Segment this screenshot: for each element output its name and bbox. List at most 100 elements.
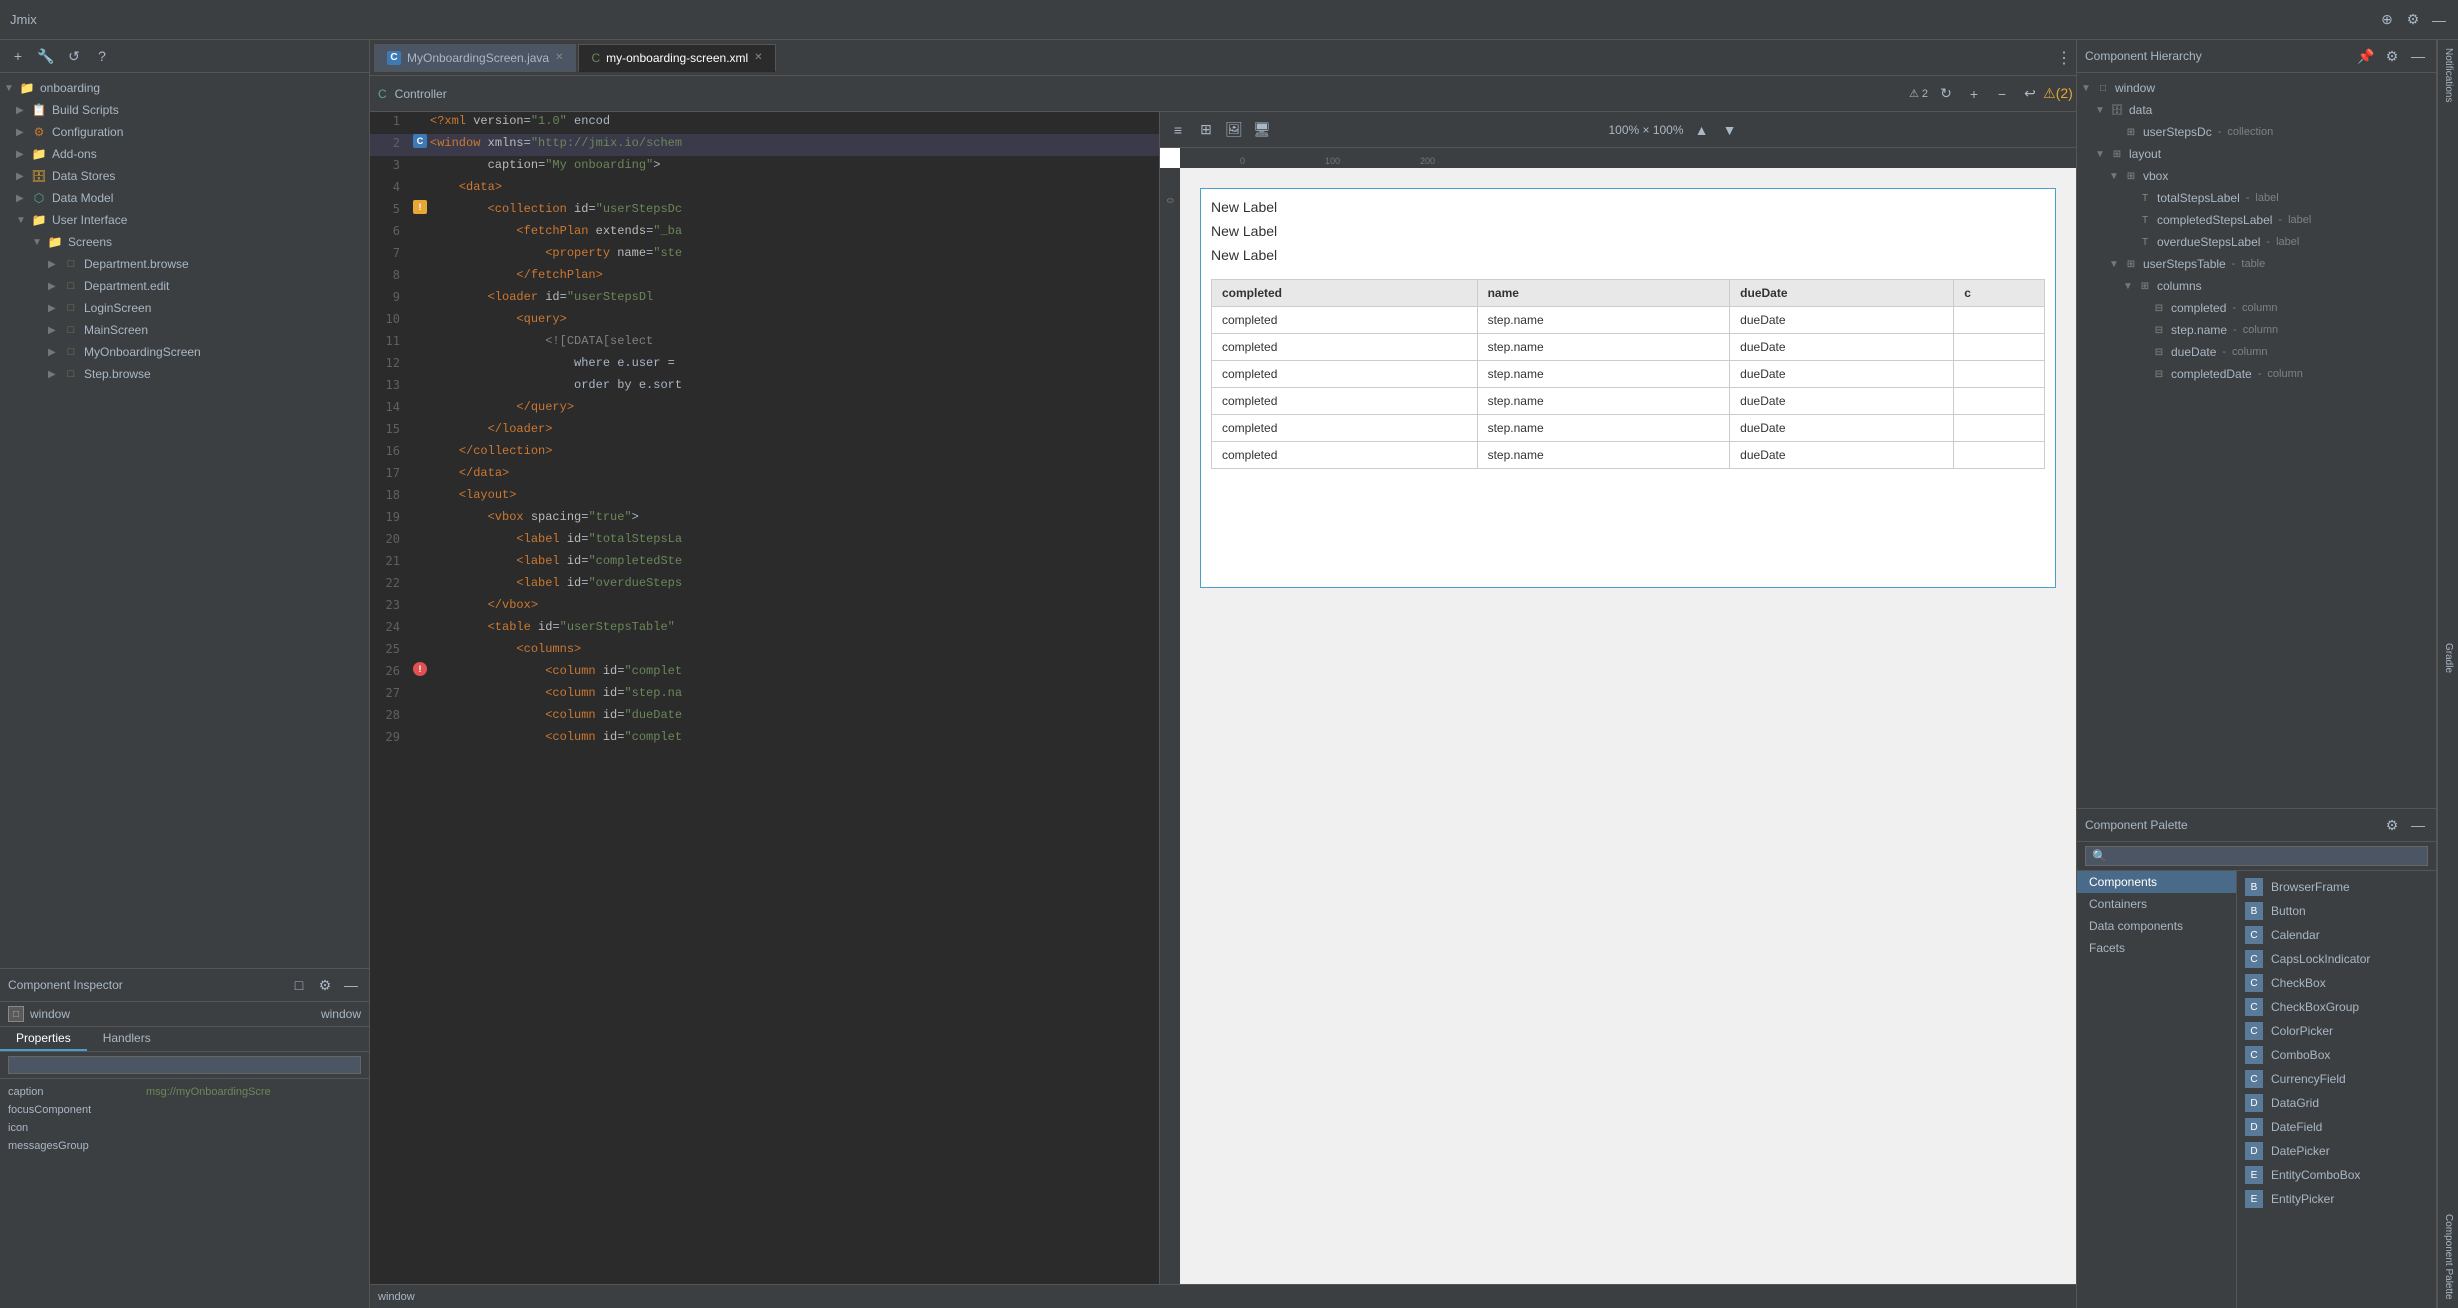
palette-item-check-box-group[interactable]: CCheckBoxGroup (2237, 995, 2436, 1019)
list-icon[interactable]: ≡ (1168, 120, 1188, 140)
tree-item-login-screen[interactable]: ▶ □ LoginScreen (0, 297, 369, 319)
hierarchy-item-duedate-col[interactable]: ⊟ dueDate - column (2077, 341, 2436, 363)
wrench-icon[interactable]: 🔧 (36, 46, 56, 66)
palette-category-facets[interactable]: Facets (2077, 937, 2236, 959)
help-icon[interactable]: ? (92, 46, 112, 66)
palette-category-data[interactable]: Data components (2077, 915, 2236, 937)
hierarchy-item-completeddate-col[interactable]: ⊟ completedDate - column (2077, 363, 2436, 385)
zoom-down-arrow[interactable]: ▼ (1720, 120, 1740, 140)
palette-item-button[interactable]: BButton (2237, 899, 2436, 923)
grid-icon[interactable]: ⊞ (1196, 120, 1216, 140)
hierarchy-item-stepname-col[interactable]: ⊟ step.name - column (2077, 319, 2436, 341)
notifications-label[interactable]: Notifications (2437, 40, 2458, 110)
hierarchy-arrow-vbox: ▼ (2109, 171, 2123, 182)
palette-item-combo-box[interactable]: CComboBox (2237, 1043, 2436, 1067)
close-xml-tab[interactable]: ✕ (754, 52, 762, 63)
tree-item-addons[interactable]: ▶ 📁 Add-ons (0, 143, 369, 165)
palette-item-label-data-grid: DataGrid (2271, 1096, 2319, 1110)
status-window-label: window (378, 1291, 415, 1303)
tree-item-dept-browse[interactable]: ▶ □ Department.browse (0, 253, 369, 275)
tree-item-screens[interactable]: ▼ 📁 Screens (0, 231, 369, 253)
code-line-12: 12 where e.user = (370, 354, 1159, 376)
refresh-icon[interactable]: ↺ (64, 46, 84, 66)
tree-label-data-stores: Data Stores (52, 169, 115, 183)
tab-java[interactable]: C MyOnboardingScreen.java ✕ (374, 44, 576, 72)
hierarchy-item-overdue[interactable]: T overdueStepsLabel - label (2077, 231, 2436, 253)
palette-item-color-picker[interactable]: CColorPicker (2237, 1019, 2436, 1043)
code-editor[interactable]: 1 <?xml version="1.0" encod 2 C <window … (370, 112, 1160, 1284)
tree-item-onboarding[interactable]: ▼ 📁 onboarding (0, 77, 369, 99)
inspector-close-icon[interactable]: — (341, 975, 361, 995)
monitor-icon[interactable]: 🖥 (1252, 120, 1272, 140)
tree-item-my-onboarding[interactable]: ▶ □ MyOnboardingScreen (0, 341, 369, 363)
line-content-6: <fetchPlan extends="_ba (430, 222, 1159, 240)
palette-category-components[interactable]: Components (2077, 871, 2236, 893)
minimize-icon[interactable]: — (2430, 11, 2448, 29)
component-palette-label[interactable]: Component Palette (2437, 1206, 2458, 1308)
line-gutter-2: C (410, 134, 430, 148)
hierarchy-label-stepname-col: step.name (2171, 323, 2227, 337)
hierarchy-item-window[interactable]: ▼ □ window (2077, 77, 2436, 99)
hierarchy-settings-icon[interactable]: ⚙ (2382, 46, 2402, 66)
add-icon[interactable]: + (8, 46, 28, 66)
tab-properties[interactable]: Properties (0, 1027, 87, 1051)
hierarchy-item-completedsteps[interactable]: T completedStepsLabel - label (2077, 209, 2436, 231)
palette-item-currency-field[interactable]: CCurrencyField (2237, 1067, 2436, 1091)
hierarchy-item-layout[interactable]: ▼ ⊞ layout (2077, 143, 2436, 165)
line-num-18: 18 (370, 486, 410, 502)
prop-val-caption[interactable]: msg://myOnboardingScre (146, 1086, 361, 1098)
palette-item-calendar[interactable]: CCalendar (2237, 923, 2436, 947)
hierarchy-item-completed-col[interactable]: ⊟ completed - column (2077, 297, 2436, 319)
palette-category-containers[interactable]: Containers (2077, 893, 2236, 915)
palette-item-label-currency-field: CurrencyField (2271, 1072, 2346, 1086)
tree-item-step-browse[interactable]: ▶ □ Step.browse (0, 363, 369, 385)
editor-menu-icon[interactable]: ⋮ (2056, 48, 2072, 68)
tree-item-user-interface[interactable]: ▼ 📁 User Interface (0, 209, 369, 231)
palette-item-entity-picker[interactable]: EEntityPicker (2237, 1187, 2436, 1211)
palette-close-icon[interactable]: — (2408, 815, 2428, 835)
inspector-search-input[interactable] (8, 1056, 361, 1074)
hierarchy-item-vbox[interactable]: ▼ ⊞ vbox (2077, 165, 2436, 187)
tree-item-main-screen[interactable]: ▶ □ MainScreen (0, 319, 369, 341)
hierarchy-item-data[interactable]: ▼ 🗄 data (2077, 99, 2436, 121)
palette-item-entity-combo-box[interactable]: EEntityComboBox (2237, 1163, 2436, 1187)
palette-item-caps-lock-indicator[interactable]: CCapsLockIndicator (2237, 947, 2436, 971)
tree-item-dept-edit[interactable]: ▶ □ Department.edit (0, 275, 369, 297)
toolbar-refresh-icon[interactable]: ↻ (1936, 84, 1956, 104)
toolbar-zoom-out-icon[interactable]: − (1992, 84, 2012, 104)
zoom-up-arrow[interactable]: ▲ (1692, 120, 1712, 140)
palette-settings-icon[interactable]: ⚙ (2382, 815, 2402, 835)
tree-item-configuration[interactable]: ▶ ⚙ Configuration (0, 121, 369, 143)
hierarchy-close-icon[interactable]: — (2408, 46, 2428, 66)
tab-xml[interactable]: C my-onboarding-screen.xml ✕ (578, 44, 775, 72)
image-icon[interactable]: 🖼 (1224, 120, 1244, 140)
palette-item-check-box[interactable]: CCheckBox (2237, 971, 2436, 995)
toolbar-undo-icon[interactable]: ↩ (2020, 84, 2040, 104)
palette-item-date-picker[interactable]: DDatePicker (2237, 1139, 2436, 1163)
table-cell: step.name (1477, 388, 1730, 415)
palette-item-date-field[interactable]: DDateField (2237, 1115, 2436, 1139)
inspector-settings-icon[interactable]: ⚙ (315, 975, 335, 995)
preview-selected-container[interactable]: New Label New Label New Label (1200, 188, 2056, 588)
tree-item-build-scripts[interactable]: ▶ 📋 Build Scripts (0, 99, 369, 121)
palette-search-input[interactable] (2111, 850, 2421, 862)
hierarchy-item-table[interactable]: ▼ ⊞ userStepsTable - table (2077, 253, 2436, 275)
inspector-new-icon[interactable]: □ (289, 975, 309, 995)
tree-item-data-model[interactable]: ▶ ⬡ Data Model (0, 187, 369, 209)
palette-item-data-grid[interactable]: DDataGrid (2237, 1091, 2436, 1115)
tab-handlers[interactable]: Handlers (87, 1027, 167, 1051)
line-content-28: <column id="dueDate (430, 706, 1159, 724)
hierarchy-pin-icon[interactable]: 📌 (2356, 46, 2376, 66)
palette-item-browser-frame[interactable]: BBrowserFrame (2237, 875, 2436, 899)
table-cell: step.name (1477, 361, 1730, 388)
close-java-tab[interactable]: ✕ (555, 52, 563, 63)
hierarchy-item-columns[interactable]: ▼ ⊞ columns (2077, 275, 2436, 297)
gradle-label[interactable]: Gradle (2437, 110, 2458, 1206)
toolbar-zoom-in-icon[interactable]: + (1964, 84, 1984, 104)
hierarchy-item-userstepsdc[interactable]: ⊞ userStepsDc - collection (2077, 121, 2436, 143)
hierarchy-item-totalsteps[interactable]: T totalStepsLabel - label (2077, 187, 2436, 209)
globe-icon[interactable]: ⊕ (2378, 11, 2396, 29)
hierarchy-type-overdue-val: label (2276, 236, 2299, 248)
tree-item-data-stores[interactable]: ▶ 🗄 Data Stores (0, 165, 369, 187)
settings-icon[interactable]: ⚙ (2404, 11, 2422, 29)
